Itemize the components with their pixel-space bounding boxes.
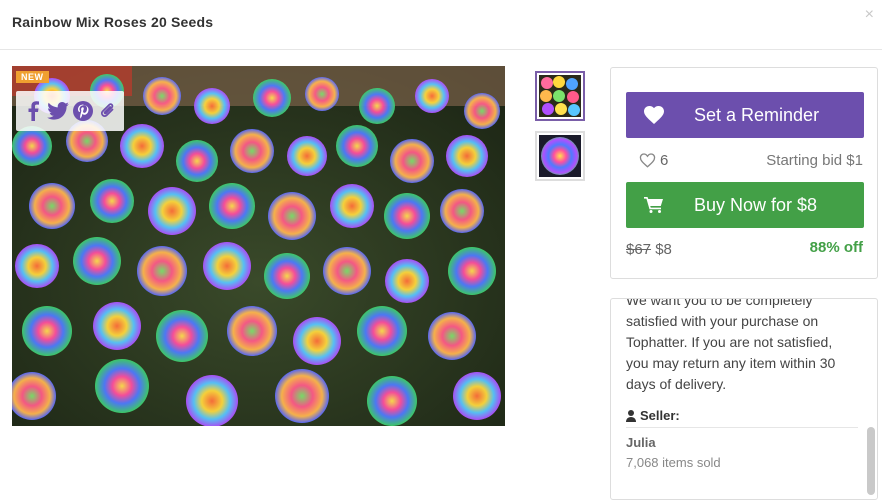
thumbnail-1[interactable] — [535, 71, 585, 121]
buy-now-label: Buy Now for $8 — [694, 195, 818, 215]
divider — [626, 427, 858, 428]
buy-panel: Set a Reminder 6 Starting bid $1 Buy Now… — [610, 67, 878, 279]
thumbnail-2[interactable] — [535, 131, 585, 181]
guarantee-text: We want you to be completely satisfied w… — [626, 298, 836, 392]
price-row: $67 $8 — [626, 241, 672, 258]
facebook-icon[interactable] — [22, 100, 44, 122]
thumbnail-image — [539, 75, 581, 117]
heart-icon — [644, 106, 664, 129]
scrollbar[interactable] — [867, 427, 875, 495]
set-reminder-label: Set a Reminder — [694, 105, 820, 125]
thumbnail-image — [539, 135, 581, 177]
close-button[interactable]: × — [865, 6, 874, 24]
items-sold: 7,068 items sold — [626, 455, 721, 470]
product-title: Rainbow Mix Roses 20 Seeds — [12, 14, 214, 30]
seller-heading: Seller: — [626, 408, 680, 423]
pinterest-icon[interactable] — [72, 100, 94, 122]
seller-name[interactable]: Julia — [626, 435, 656, 450]
new-badge: NEW — [16, 71, 49, 83]
seller-label: Seller: — [640, 408, 680, 423]
discount-badge: 88% off — [809, 239, 863, 256]
current-price: $8 — [655, 241, 672, 258]
buy-now-button[interactable]: Buy Now for $8 — [626, 182, 864, 228]
heart-outline-icon — [639, 153, 656, 168]
info-panel[interactable]: We want you to be completely satisfied w… — [610, 298, 878, 500]
likes-counter[interactable]: 6 — [639, 152, 668, 169]
user-icon — [626, 409, 636, 422]
starting-bid: Starting bid $1 — [766, 152, 863, 169]
link-icon[interactable] — [97, 100, 119, 122]
set-reminder-button[interactable]: Set a Reminder — [626, 92, 864, 138]
twitter-icon[interactable] — [46, 100, 69, 122]
share-bar — [16, 91, 124, 131]
cart-icon — [644, 197, 664, 218]
likes-count: 6 — [660, 152, 669, 169]
modal-header: Rainbow Mix Roses 20 Seeds × — [0, 0, 882, 50]
original-price: $67 — [626, 241, 652, 258]
